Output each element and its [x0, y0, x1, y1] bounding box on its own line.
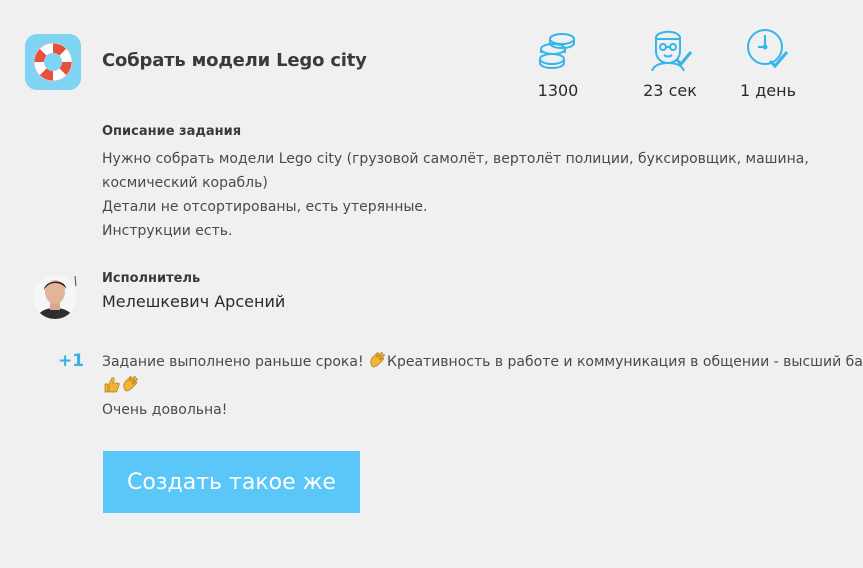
avatar[interactable] — [33, 272, 79, 322]
review-score: +1 — [58, 351, 85, 371]
review-line-2 — [102, 374, 852, 398]
task-title: Собрать модели Lego city — [102, 50, 367, 71]
stat-deadline: 1 день — [718, 26, 818, 100]
create-similar-button[interactable]: Создать такое же — [103, 451, 360, 513]
reward-value: 1300 — [537, 81, 579, 100]
description-text: Нужно собрать модели Lego city (грузовой… — [102, 147, 822, 243]
description-line: космический корабль) — [102, 175, 268, 191]
description-line: Инструкции есть. — [102, 223, 233, 239]
review-line-1: Задание выполнено раньше срока! Креативн… — [102, 350, 863, 374]
review-text-part: Креативность в работе и коммуникация в о… — [387, 354, 863, 370]
clapping-hands-icon — [369, 352, 386, 369]
coins-icon — [539, 33, 575, 69]
stat-time: 23 сек — [620, 26, 720, 100]
description-line: Детали не отсортированы, есть утерянные. — [102, 199, 428, 215]
description-line: Нужно собрать модели Lego city (грузовой… — [102, 151, 809, 167]
task-icon-tile — [25, 34, 81, 90]
person-check-icon — [651, 30, 693, 71]
review-line-3: Очень довольна! — [102, 402, 228, 418]
clock-check-icon — [747, 29, 789, 69]
deadline-value: 1 день — [739, 81, 797, 100]
review-text-part: Задание выполнено раньше срока! — [102, 354, 369, 370]
time-value: 23 сек — [643, 81, 697, 100]
clapping-hands-icon — [122, 376, 139, 393]
review-text: Задание выполнено раньше срока! Креативн… — [102, 350, 863, 422]
lifebuoy-icon — [33, 42, 73, 82]
stat-reward: 1300 — [508, 26, 608, 100]
description-title: Описание задания — [102, 124, 242, 139]
thumbs-up-icon — [103, 376, 120, 393]
executor-name[interactable]: Мелешкевич Арсений — [102, 292, 285, 311]
executor-label: Исполнитель — [102, 271, 201, 286]
